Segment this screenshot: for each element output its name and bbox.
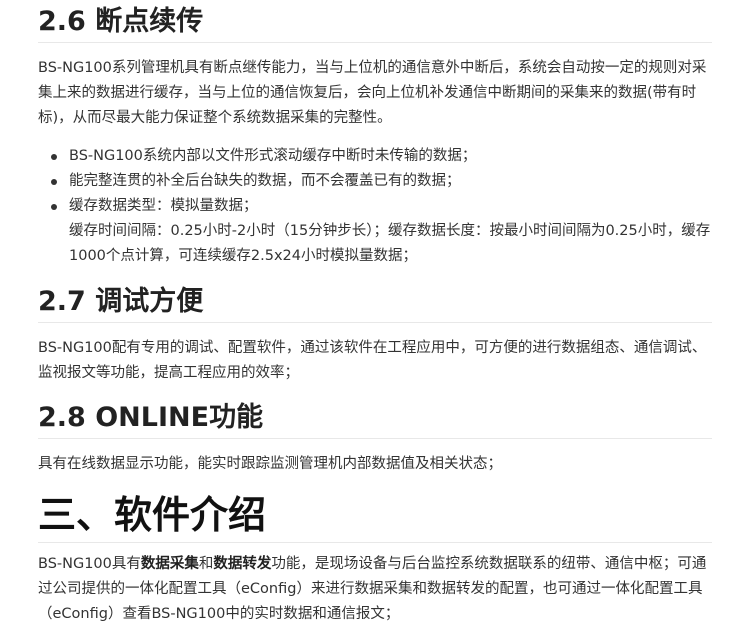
section-2-8-heading: 2.8 ONLINE功能 [38,400,712,439]
list-item-detail: 缓存时间间隔：0.25小时-2小时（15分钟步长）；缓存数据长度：按最小时间间隔… [69,223,711,264]
section-2-6-bullet-list: BS-NG100系统内部以文件形式滚动缓存中断时未传输的数据； 能完整连贯的补全… [38,144,712,269]
list-item: 缓存数据类型：模拟量数据； 缓存时间间隔：0.25小时-2小时（15分钟步长）；… [38,194,712,269]
section-2-6-heading: 2.6 断点续传 [38,4,712,43]
paragraph-text: BS-NG100具有 [38,556,141,572]
chapter-3-paragraph: BS-NG100具有数据采集和数据转发功能，是现场设备与后台监控系统数据联系的纽… [38,552,712,627]
chapter-3-heading: 三、软件介绍 [38,490,712,543]
bold-term-data-forwarding: 数据转发 [213,556,272,572]
section-2-7-paragraph: BS-NG100配有专用的调试、配置软件，通过该软件在工程应用中，可方便的进行数… [38,340,707,381]
bold-term-data-collection: 数据采集 [140,556,199,572]
section-2-8-paragraph: 具有在线数据显示功能，能实时跟踪监测管理机内部数据值及相关状态； [38,456,502,472]
section-2-6-paragraph: BS-NG100系列管理机具有断点继传能力，当与上位机的通信意外中断后，系统会自… [38,60,707,126]
section-2-7-heading: 2.7 调试方便 [38,284,712,323]
paragraph-text: 和 [198,556,214,572]
list-item-label: 缓存数据类型：模拟量数据； [69,198,258,214]
document-page: 2.6 断点续传 BS-NG100系列管理机具有断点继传能力，当与上位机的通信意… [0,0,750,640]
list-item: BS-NG100系统内部以文件形式滚动缓存中断时未传输的数据； [38,144,712,169]
list-item: 能完整连贯的补全后台缺失的数据，而不会覆盖已有的数据； [38,169,712,194]
